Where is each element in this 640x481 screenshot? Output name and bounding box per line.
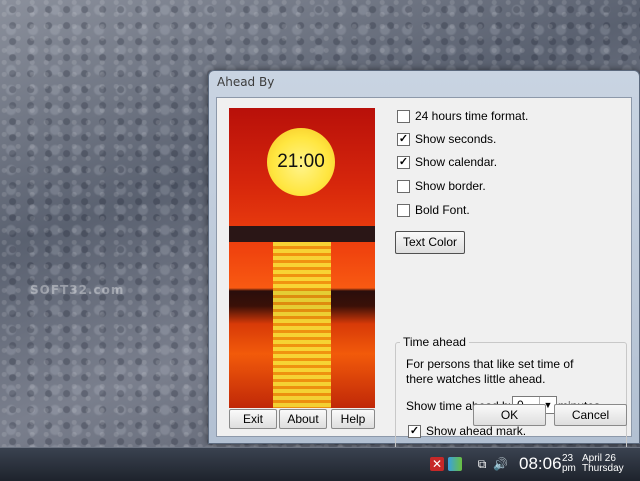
horizon: [229, 226, 375, 242]
checkbox-show-seconds[interactable]: ✓: [397, 132, 410, 146]
group-title: Time ahead: [400, 335, 469, 349]
option-24-hours[interactable]: 24 hours time format.: [397, 108, 528, 124]
checkbox-show-border[interactable]: [397, 179, 410, 193]
description-line1: For persons that like set time of: [406, 357, 574, 371]
exit-button[interactable]: Exit: [229, 409, 277, 429]
text-color-button[interactable]: Text Color: [395, 231, 465, 254]
checkbox-show-calendar[interactable]: ✓: [397, 155, 410, 169]
sunset-preview: 21:00: [229, 108, 375, 408]
clock-day: Thursday: [582, 463, 624, 474]
option-show-border[interactable]: Show border.: [397, 178, 486, 194]
checkbox-24-hours[interactable]: [397, 109, 410, 123]
ok-button[interactable]: OK: [473, 404, 546, 426]
option-label: Show border.: [415, 179, 486, 193]
ahead-by-window: Ahead By 21:00 Exit About Help 24 hours …: [208, 70, 640, 456]
sun-reflection: [273, 242, 331, 408]
option-label: Show calendar.: [415, 155, 498, 169]
cancel-button[interactable]: Cancel: [554, 404, 627, 426]
time-ahead-group: Time ahead For persons that like set tim…: [395, 335, 627, 456]
checkbox-show-ahead-mark[interactable]: ✓: [408, 424, 421, 438]
clock-preview: 21:00: [267, 128, 335, 196]
watermark: SOFT32.com: [30, 283, 125, 297]
option-label: Show ahead mark.: [426, 424, 527, 438]
option-label: Bold Font.: [415, 203, 470, 217]
program-icon[interactable]: [448, 457, 462, 471]
clock-ampm: pm: [562, 463, 576, 474]
description-line2: there watches little ahead.: [406, 372, 546, 386]
network-icon[interactable]: ⧉: [475, 457, 489, 471]
option-show-seconds[interactable]: ✓ Show seconds.: [397, 131, 496, 147]
help-button[interactable]: Help: [331, 409, 375, 429]
window-client: 21:00 Exit About Help 24 hours time form…: [216, 97, 632, 456]
checkbox-bold-font[interactable]: [397, 203, 410, 217]
option-bold-font[interactable]: Bold Font.: [397, 202, 470, 218]
about-button[interactable]: About: [279, 409, 327, 429]
option-label: Show seconds.: [415, 132, 497, 146]
option-label: 24 hours time format.: [415, 109, 529, 123]
option-show-calendar[interactable]: ✓ Show calendar.: [397, 154, 497, 170]
shield-icon[interactable]: ✕: [430, 457, 444, 471]
window-title[interactable]: Ahead By: [209, 71, 639, 93]
taskbar: ✕ ⧉ 🔊 08:06 23 pm April 26 Thursday: [0, 447, 640, 481]
volume-icon[interactable]: 🔊: [493, 457, 508, 471]
clock-time: 08:06: [519, 454, 562, 473]
